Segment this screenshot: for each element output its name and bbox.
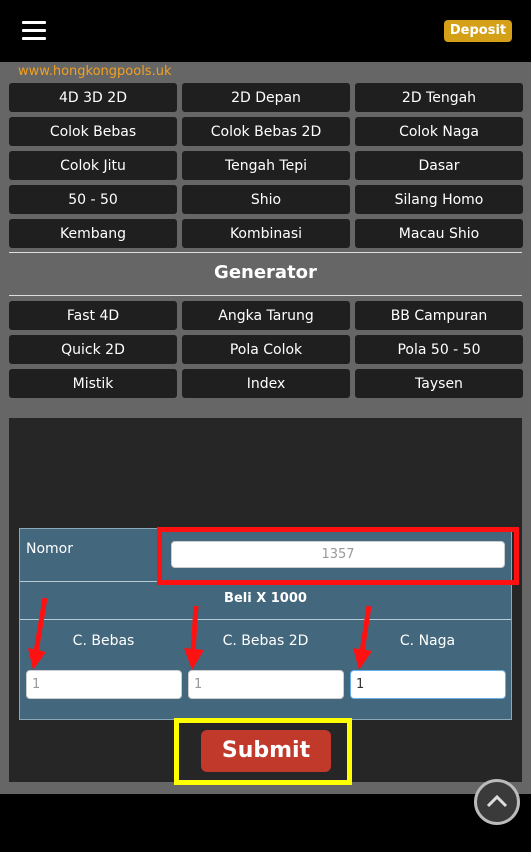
c-naga-input[interactable]: 1 — [350, 670, 506, 699]
beli-label: Beli X 1000 — [224, 591, 307, 606]
generator-grid: Fast 4D Angka Tarung BB Campuran Quick 2… — [9, 301, 523, 398]
c-bebas-2d-input[interactable]: 1 — [188, 670, 344, 699]
menu-button[interactable]: Silang Homo — [355, 185, 523, 214]
divider — [9, 252, 522, 253]
divider — [20, 619, 511, 620]
highlight-box-yellow — [174, 718, 352, 785]
menu-button[interactable]: 50 - 50 — [9, 185, 177, 214]
highlight-box-red — [157, 527, 519, 585]
generator-button[interactable]: Index — [182, 369, 350, 398]
generator-button[interactable]: BB Campuran — [355, 301, 523, 330]
menu-button[interactable]: 2D Tengah — [355, 83, 523, 112]
menu-button[interactable]: 4D 3D 2D — [9, 83, 177, 112]
menu-button[interactable]: Kembang — [9, 219, 177, 248]
generator-button[interactable]: Mistik — [9, 369, 177, 398]
generator-button[interactable]: Pola Colok — [182, 335, 350, 364]
nomor-label: Nomor — [26, 541, 73, 557]
menu-button[interactable]: Colok Bebas 2D — [182, 117, 350, 146]
red-arrow-icon — [184, 605, 204, 670]
menu-button[interactable]: Colok Bebas — [9, 117, 177, 146]
menu-button[interactable]: Shio — [182, 185, 350, 214]
hamburger-menu-icon[interactable] — [22, 21, 46, 41]
top-bar: Deposit — [0, 0, 531, 62]
menu-button[interactable]: Tengah Tepi — [182, 151, 350, 180]
deposit-button[interactable]: Deposit — [444, 20, 512, 42]
generator-button[interactable]: Pola 50 - 50 — [355, 335, 523, 364]
bottom-bar — [0, 794, 531, 852]
chevron-up-icon — [486, 794, 508, 808]
menu-button[interactable]: Macau Shio — [355, 219, 523, 248]
menu-button[interactable]: 2D Depan — [182, 83, 350, 112]
generator-button[interactable]: Angka Tarung — [182, 301, 350, 330]
site-url: www.hongkongpools.uk — [18, 64, 172, 79]
generator-button[interactable]: Fast 4D — [9, 301, 177, 330]
col-label-c-bebas-2d: C. Bebas 2D — [222, 633, 309, 649]
generator-title: Generator — [214, 262, 317, 283]
red-arrow-icon — [353, 605, 372, 670]
generator-button[interactable]: Taysen — [355, 369, 523, 398]
menu-button[interactable]: Colok Naga — [355, 117, 523, 146]
main-content: www.hongkongpools.uk 4D 3D 2D 2D Depan 2… — [0, 62, 531, 794]
menu-button[interactable]: Colok Jitu — [9, 151, 177, 180]
generator-button[interactable]: Quick 2D — [9, 335, 177, 364]
divider — [9, 295, 522, 296]
c-bebas-input[interactable]: 1 — [26, 670, 182, 699]
menu-button[interactable]: Kombinasi — [182, 219, 350, 248]
red-arrow-icon — [28, 597, 48, 670]
menu-button[interactable]: Dasar — [355, 151, 523, 180]
scroll-to-top-button[interactable] — [474, 779, 520, 825]
menu-grid: 4D 3D 2D 2D Depan 2D Tengah Colok Bebas … — [9, 83, 523, 248]
